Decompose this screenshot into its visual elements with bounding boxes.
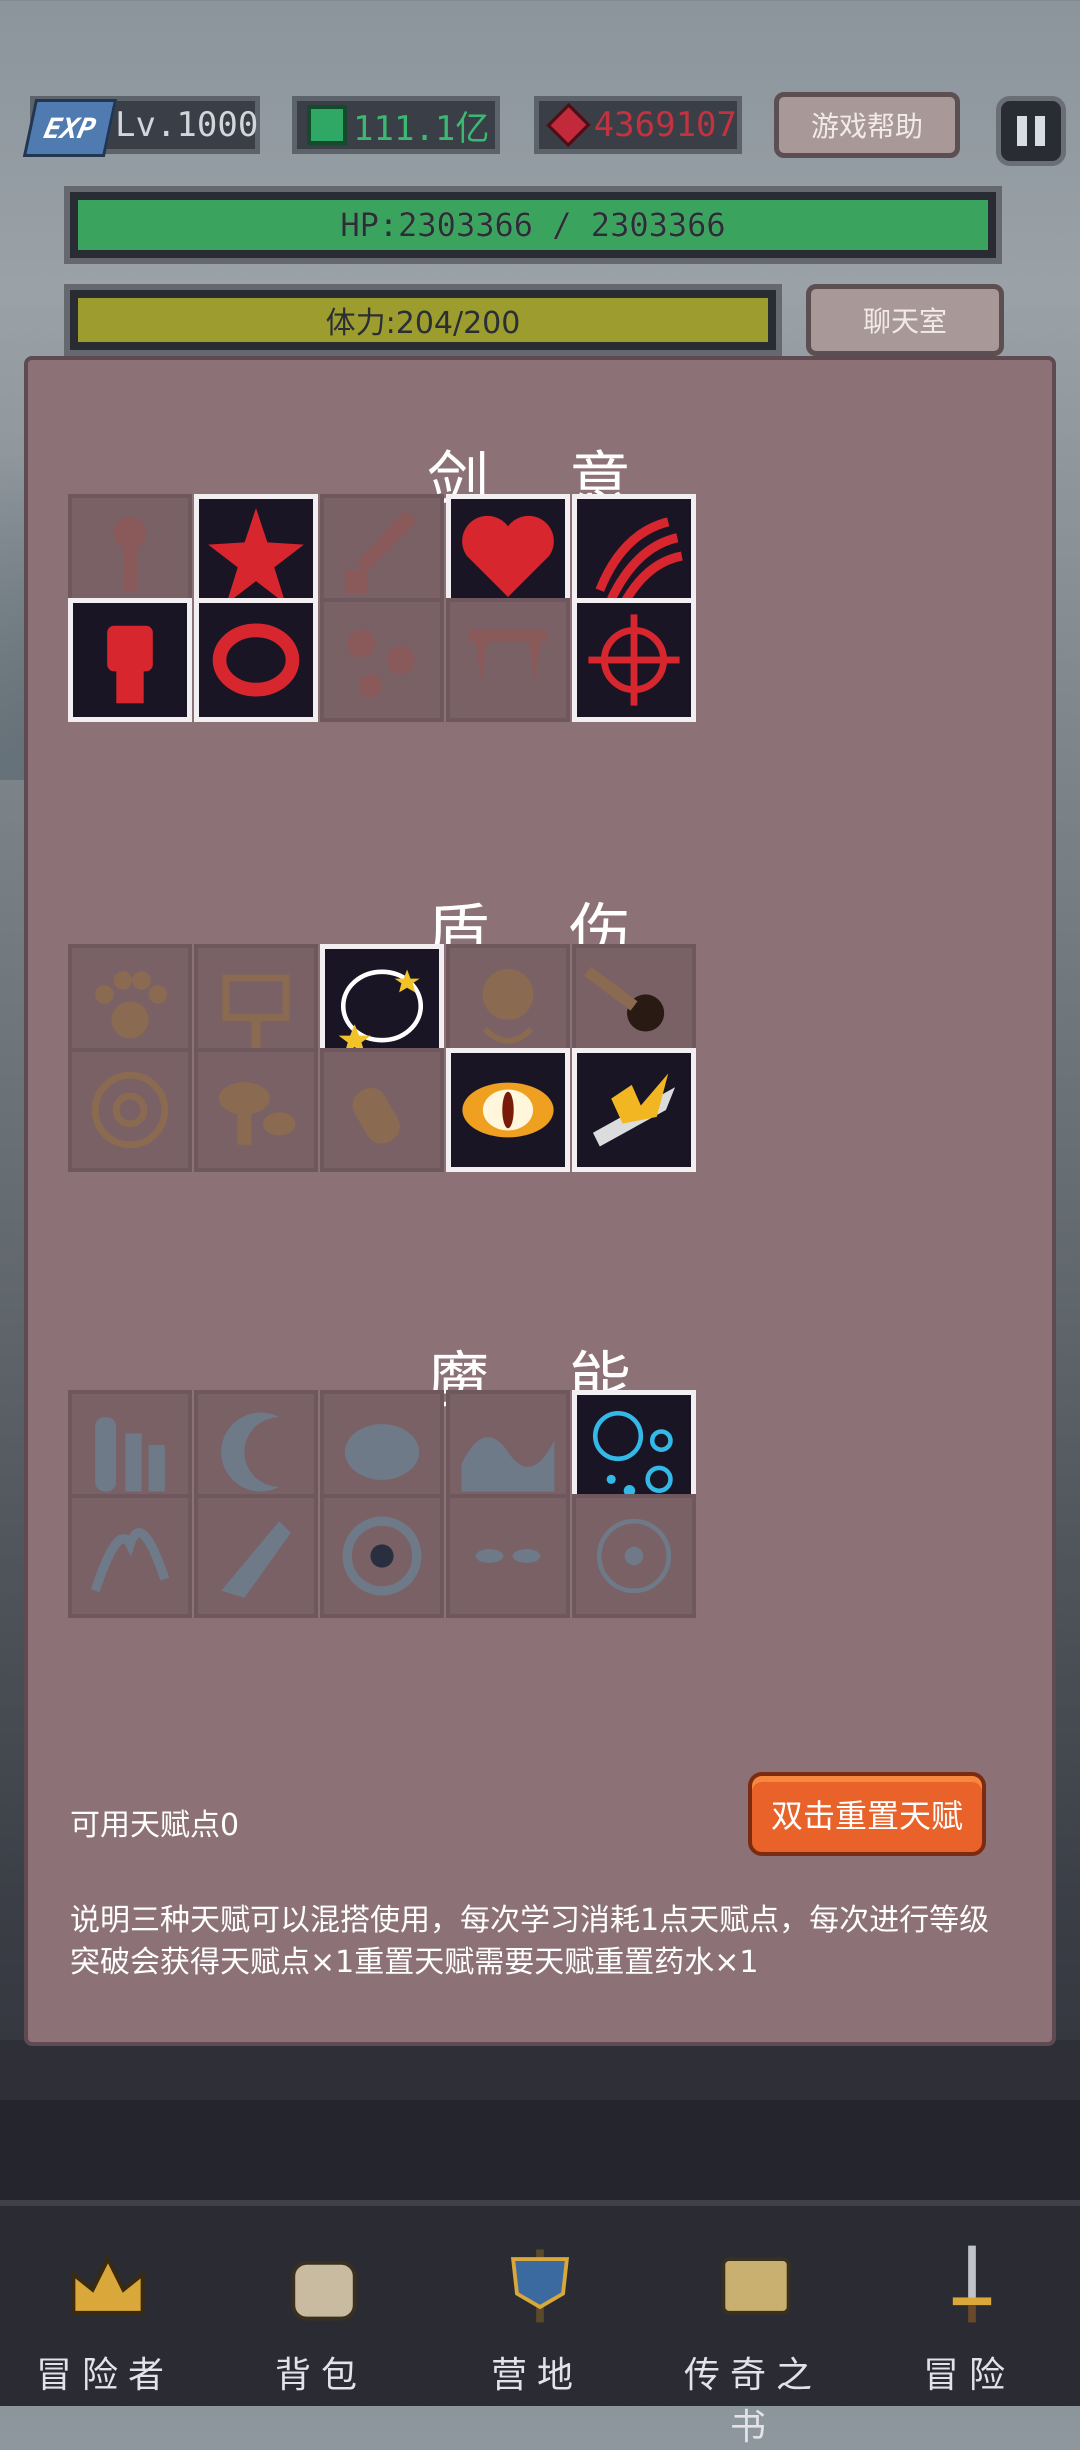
nav-label: 冒险者 [35, 2355, 174, 2396]
crescent-icon [221, 1412, 280, 1492]
game-help-button[interactable]: 游戏帮助 [774, 92, 960, 158]
nav-crown[interactable]: 冒险者 [20, 2226, 190, 2406]
talent-points-label: 可用天赋点0 [70, 1808, 240, 1843]
bubbles-icon [592, 1410, 673, 1497]
mushroom-icon [218, 1082, 296, 1145]
bullet-icon [352, 1087, 400, 1144]
exp-badge-icon: EXP [22, 99, 118, 157]
crosshair-icon [588, 614, 680, 706]
talent-slot-fist[interactable] [68, 598, 192, 722]
talent-slot-splash[interactable] [68, 1494, 192, 1618]
rune-icon [596, 1518, 672, 1594]
heart-icon [462, 515, 554, 598]
reset-talent-button[interactable]: 双击重置天赋 [748, 1772, 986, 1856]
blood-star-icon [208, 508, 304, 604]
talent-slot-bullet[interactable] [320, 1048, 444, 1172]
golden-blade-icon [592, 1073, 676, 1147]
book-icon [721, 2257, 791, 2315]
club-icon [113, 516, 147, 591]
hp-text: HP:2303366 / 2303366 [340, 206, 726, 244]
fangs-icon [468, 629, 548, 684]
stamina-text: 体力:204/200 [325, 306, 521, 341]
talent-slot-mushroom[interactable] [194, 1048, 318, 1172]
pause-icon-bar [1035, 116, 1045, 146]
sword-icon [952, 2245, 992, 2323]
pause-icon [1017, 116, 1027, 146]
talent-slot-dragon-eye[interactable] [446, 1048, 570, 1172]
talent-slot-blood-ring[interactable] [194, 598, 318, 722]
bottom-nav: 冒险者 背包 营地 传奇之书 冒险 [0, 2200, 1080, 2448]
pause-button[interactable] [996, 96, 1066, 166]
gem-currency: 111.1亿 [292, 96, 500, 154]
vortex-icon [342, 1516, 422, 1596]
splash-icon [90, 1528, 170, 1593]
star-ring-icon [338, 969, 424, 1054]
brain-icon [344, 1424, 420, 1480]
nav-label: 冒险 [922, 2355, 1015, 2396]
talent-slot-shard[interactable] [194, 1494, 318, 1618]
background-ground-shadow [0, 2100, 1080, 2200]
nav-label: 背包 [274, 2355, 367, 2396]
talent-slot-fangs[interactable] [446, 598, 570, 722]
banner-icon [510, 2249, 570, 2323]
sigil-icon [91, 1071, 169, 1149]
stamina-bar: 体力:204/200 [64, 284, 782, 356]
talent-slot-blood-drops[interactable] [320, 598, 444, 722]
dragon-eye-icon [462, 1082, 554, 1138]
talent-slot-crosshair[interactable] [572, 598, 696, 722]
eyes-icon [475, 1549, 541, 1563]
blood-drops-icon [347, 629, 415, 698]
talent-slot-vortex[interactable] [320, 1494, 444, 1618]
paw-icon [95, 971, 168, 1039]
backpack-icon [291, 2260, 357, 2321]
hp-bar: HP:2303366 / 2303366 [64, 186, 1002, 264]
pendant-icon [482, 968, 534, 1044]
dagger-icon [344, 509, 417, 594]
wave-icon [461, 1437, 555, 1492]
nav-book[interactable]: 传奇之书 [668, 2226, 838, 2448]
pillars-icon [95, 1417, 165, 1492]
nav-label: 传奇之书 [683, 2355, 822, 2448]
talent-slot-eyes[interactable] [446, 1494, 570, 1618]
meteor-icon [584, 966, 665, 1032]
nav-banner[interactable]: 营地 [452, 2226, 622, 2406]
ruby-amount: 4369107 [593, 105, 737, 145]
emerald-icon [307, 105, 347, 145]
ruby-currency: 4369107 [534, 96, 742, 154]
level-display: EXP Lv.1000 [22, 96, 260, 157]
level-text: Lv.1000 [115, 105, 259, 145]
talent-slot-rune[interactable] [572, 1494, 696, 1618]
totem-icon [222, 974, 290, 1051]
ruby-icon [546, 102, 591, 148]
nav-backpack[interactable]: 背包 [236, 2226, 406, 2406]
fist-icon [107, 625, 153, 704]
crown-icon [71, 2254, 145, 2315]
gem-amount: 111.1亿 [353, 108, 490, 149]
talent-slot-golden-blade[interactable] [572, 1048, 696, 1172]
chat-room-button[interactable]: 聊天室 [806, 284, 1004, 356]
shard-icon [221, 1521, 291, 1598]
nav-label: 营地 [490, 2355, 583, 2396]
claw-slash-icon [595, 517, 683, 609]
talent-description: 说明三种天赋可以混搭使用，每次学习消耗1点天赋点，每次进行等级突破会获得天赋点×… [70, 1903, 990, 1980]
blood-ring-icon [212, 623, 300, 697]
nav-sword[interactable]: 冒险 [884, 2226, 1054, 2406]
talent-slot-sigil[interactable] [68, 1048, 192, 1172]
